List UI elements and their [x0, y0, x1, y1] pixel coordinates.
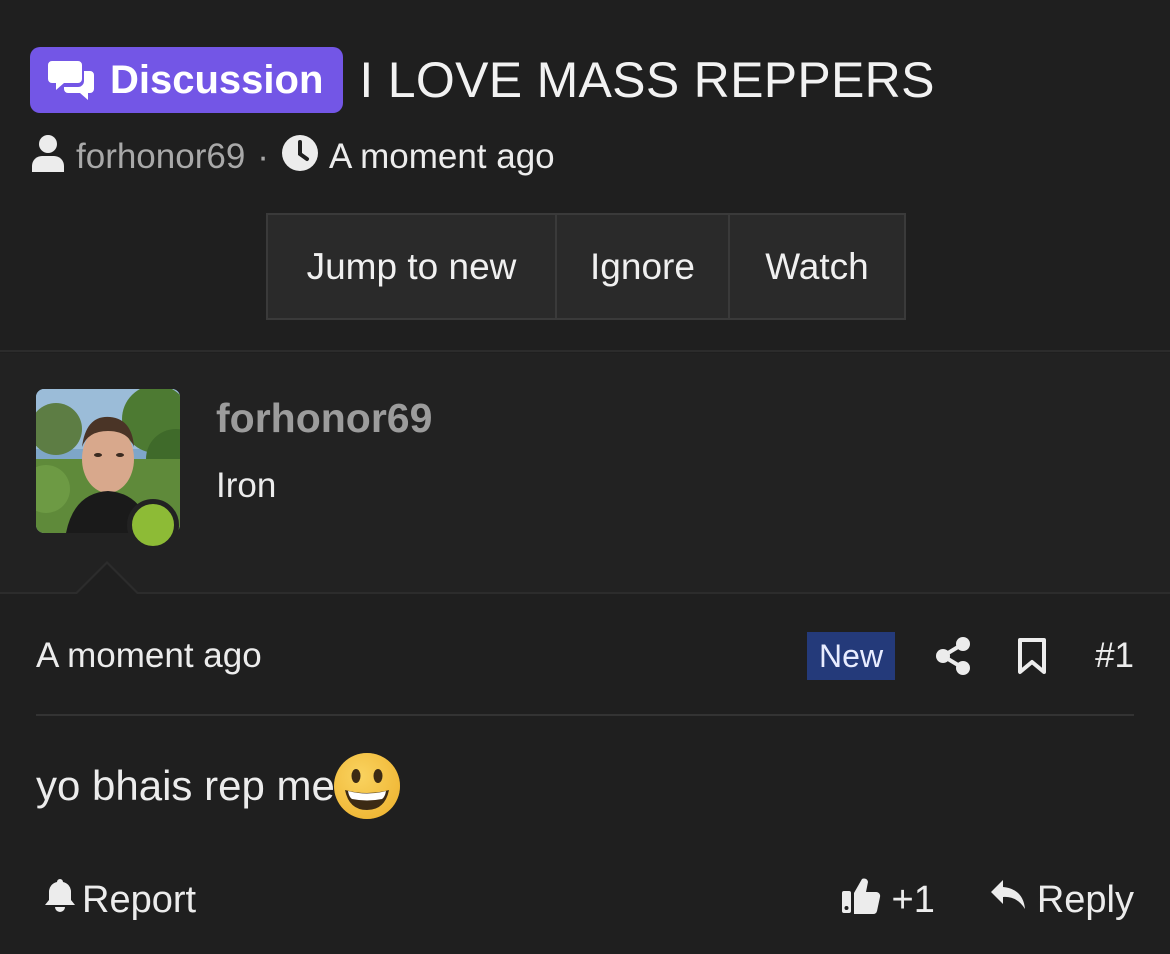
like-button[interactable]: +1 [840, 875, 935, 925]
thread-title: I LOVE MASS REPPERS [359, 52, 935, 108]
ignore-button[interactable]: Ignore [557, 215, 730, 318]
thread-author-link[interactable]: forhonor69 [76, 137, 245, 177]
thread-meta: forhonor69 · A moment ago [30, 134, 555, 180]
post-time[interactable]: A moment ago [36, 636, 807, 676]
comments-icon [48, 59, 96, 101]
like-count: +1 [891, 878, 935, 921]
grinning-face-emoji-icon [333, 752, 401, 820]
thread-time[interactable]: A moment ago [329, 137, 555, 177]
share-icon[interactable] [935, 637, 971, 675]
thread-header: Discussion I LOVE MASS REPPERS forhonor6… [0, 0, 1170, 352]
new-badge: New [807, 632, 896, 680]
bell-icon [44, 877, 76, 923]
user-icon [30, 134, 66, 181]
meta-separator: · [257, 137, 269, 176]
post-user-panel: forhonor69 Iron [0, 353, 1170, 595]
reply-icon [989, 878, 1027, 922]
post-username[interactable]: forhonor69 [216, 395, 432, 442]
post-actions: Report +1 Reply [36, 872, 1134, 928]
post-number-link[interactable]: #1 [1095, 636, 1134, 676]
post-divider [36, 714, 1134, 716]
post-meta: A moment ago New #1 [36, 626, 1134, 686]
discussion-badge-label: Discussion [110, 57, 324, 102]
reply-label: Reply [1036, 878, 1134, 921]
bookmark-icon[interactable] [1017, 637, 1047, 675]
jump-to-new-button[interactable]: Jump to new [268, 215, 557, 318]
post-body: yo bhais rep me [36, 752, 401, 820]
thread-actions: Jump to new Ignore Watch [266, 213, 906, 320]
user-title: Iron [216, 466, 277, 505]
online-status-dot [127, 499, 179, 551]
thumbs-up-icon [840, 875, 882, 925]
post-text: yo bhais rep me [36, 762, 335, 809]
report-label: Report [82, 878, 197, 921]
reply-button[interactable]: Reply [989, 878, 1134, 922]
clock-icon [281, 134, 319, 181]
report-button[interactable]: Report [36, 877, 840, 923]
discussion-badge[interactable]: Discussion [30, 47, 344, 113]
watch-button[interactable]: Watch [730, 215, 904, 318]
thread-title-row: Discussion I LOVE MASS REPPERS [30, 46, 935, 114]
message-pointer [74, 561, 140, 595]
